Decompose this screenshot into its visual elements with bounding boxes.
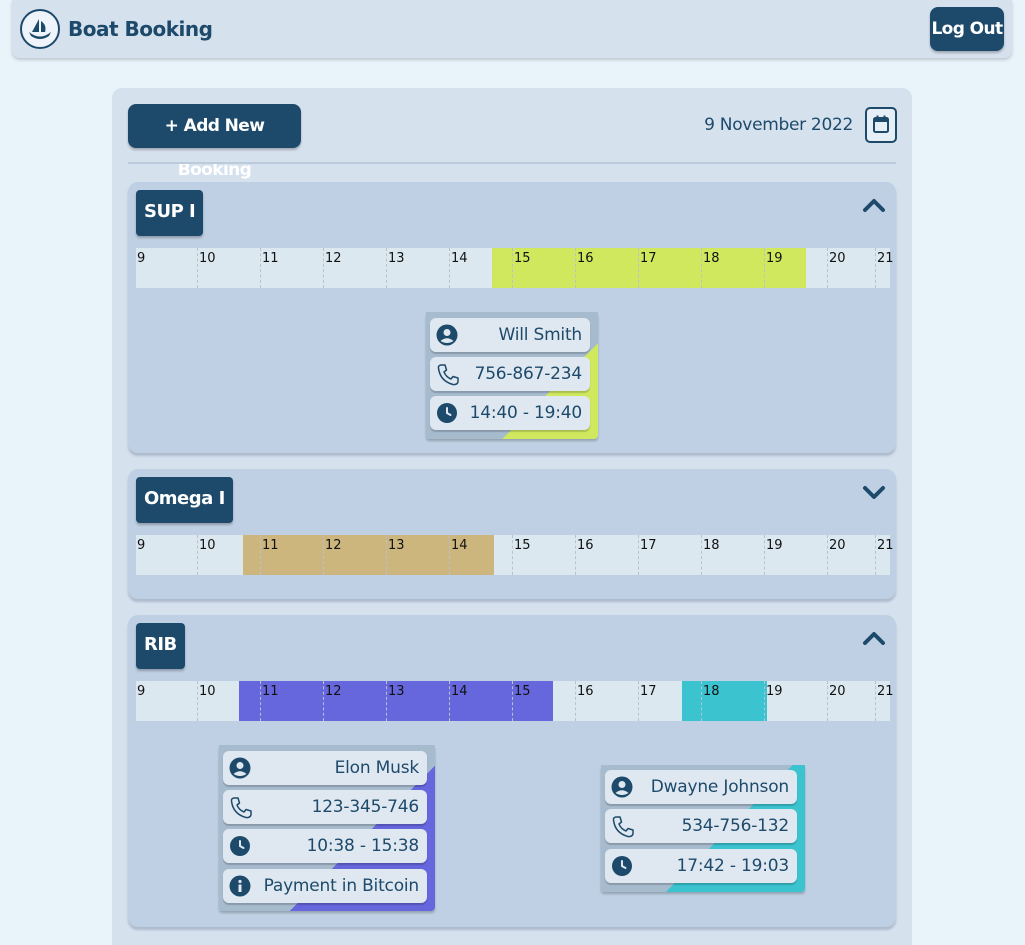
customer-name-row: Will Smith [430,318,590,352]
hour-tick-label: 21 [875,248,894,288]
hour-tick-label: 15 [512,535,531,575]
boat-section-sup-i: SUP I 9 10 11 12 13 14 15 16 17 18 19 20 21 Will Smi… [128,182,896,453]
user-icon [229,757,251,779]
booking-time: 10:38 - 15:38 [306,836,420,856]
user-icon [611,776,633,798]
time-row: 17:42 - 19:03 [605,849,797,883]
current-date: 9 November 2022 [704,115,853,135]
timeline: 9 10 11 12 13 14 15 16 17 18 19 20 21 [136,681,894,721]
boat-name: Omega I [136,477,233,523]
customer-phone: 534-756-132 [681,816,790,836]
collapse-chevron-up-icon[interactable] [862,196,886,214]
customer-name-row: Elon Musk [223,751,427,785]
time-row: 14:40 - 19:40 [430,396,590,430]
boat-name: RIB [136,623,185,669]
customer-name-row: Dwayne Johnson [605,770,797,804]
booking-card[interactable]: Dwayne Johnson 534-756-132 17:42 - 19:03 [601,765,805,892]
hour-tick-label: 12 [323,535,342,575]
phone-icon [611,815,634,838]
phone-icon [436,363,459,386]
hour-tick-label: 13 [386,535,405,575]
note-row: Payment in Bitcoin [223,869,427,903]
boat-section-rib: RIB 9 10 11 12 13 14 15 16 17 18 19 20 21 Elon Musk … [128,615,896,927]
timeline: 9 10 11 12 13 14 15 16 17 18 19 20 21 [136,535,894,575]
user-icon [436,324,458,346]
hour-tick-label: 18 [701,535,720,575]
hour-tick-label: 12 [323,248,342,288]
phone-row: 534-756-132 [605,809,797,843]
customer-name: Dwayne Johnson [650,777,790,797]
hour-tick-label: 10 [197,535,216,575]
hour-tick-label: 16 [575,535,594,575]
hour-tick-label: 21 [875,535,894,575]
hour-tick-label: 18 [701,681,720,721]
timeline: 9 10 11 12 13 14 15 16 17 18 19 20 21 [136,248,894,288]
phone-row: 756-867-234 [430,357,590,391]
clock-icon [436,402,458,424]
calendar-icon [873,115,889,133]
app-title: Boat Booking [68,17,213,41]
hour-tick-label: 9 [137,251,146,266]
hour-tick-label: 13 [386,248,405,288]
hour-tick-label: 10 [197,248,216,288]
clock-icon [229,835,251,857]
info-icon [229,875,251,897]
time-row: 10:38 - 15:38 [223,829,427,863]
hour-tick-label: 9 [137,684,146,699]
customer-phone: 756-867-234 [474,364,583,384]
top-bar: Boat Booking Log Out [12,0,1012,58]
hour-tick-label: 14 [449,248,468,288]
boat-logo-icon [20,9,60,49]
booking-note: Payment in Bitcoin [263,876,420,896]
hour-tick-label: 20 [827,248,846,288]
add-booking-button[interactable]: + Add New Booking [128,104,301,180]
hour-tick-label: 16 [575,681,594,721]
hour-tick-label: 17 [638,248,657,288]
hour-tick-label: 16 [575,248,594,288]
customer-name: Elon Musk [334,758,420,778]
bookings-panel: + Add New Booking 9 November 2022 SUP I … [112,88,912,945]
hour-tick-label: 11 [260,248,279,288]
hour-tick-label: 12 [323,681,342,721]
hour-tick-label: 11 [260,535,279,575]
boat-name: SUP I [136,190,204,236]
phone-row: 123-345-746 [223,790,427,824]
divider [128,162,896,164]
hour-tick-label: 19 [764,681,783,721]
hour-tick-label: 17 [638,681,657,721]
hour-tick-label: 15 [512,681,531,721]
hour-tick-label: 14 [449,681,468,721]
calendar-button[interactable] [865,107,897,143]
boat-section-omega-i: Omega I 9 10 11 12 13 14 15 16 17 18 19 20 21 [128,469,896,599]
booking-time: 17:42 - 19:03 [676,856,790,876]
logout-button[interactable]: Log Out [930,7,1004,51]
hour-tick-label: 19 [764,248,783,288]
hour-tick-label: 20 [827,535,846,575]
hour-tick-label: 11 [260,681,279,721]
booking-block[interactable] [682,681,767,721]
hour-tick-label: 17 [638,535,657,575]
booking-card[interactable]: Elon Musk 123-345-746 10:38 - 15:38 Paym… [219,745,435,911]
hour-tick-label: 15 [512,248,531,288]
booking-time: 14:40 - 19:40 [469,403,583,423]
hour-tick-label: 9 [137,538,146,553]
booking-card[interactable]: Will Smith 756-867-234 14:40 - 19:40 [426,312,598,439]
hour-tick-label: 19 [764,535,783,575]
customer-name: Will Smith [498,325,582,345]
hour-tick-label: 14 [449,535,468,575]
collapse-chevron-up-icon[interactable] [862,629,886,647]
phone-icon [229,796,252,819]
hour-tick-label: 20 [827,681,846,721]
customer-phone: 123-345-746 [311,797,420,817]
hour-tick-label: 18 [701,248,720,288]
hour-tick-label: 21 [875,681,894,721]
expand-chevron-down-icon[interactable] [862,483,886,501]
clock-icon [611,855,633,877]
hour-tick-label: 13 [386,681,405,721]
hour-tick-label: 10 [197,681,216,721]
